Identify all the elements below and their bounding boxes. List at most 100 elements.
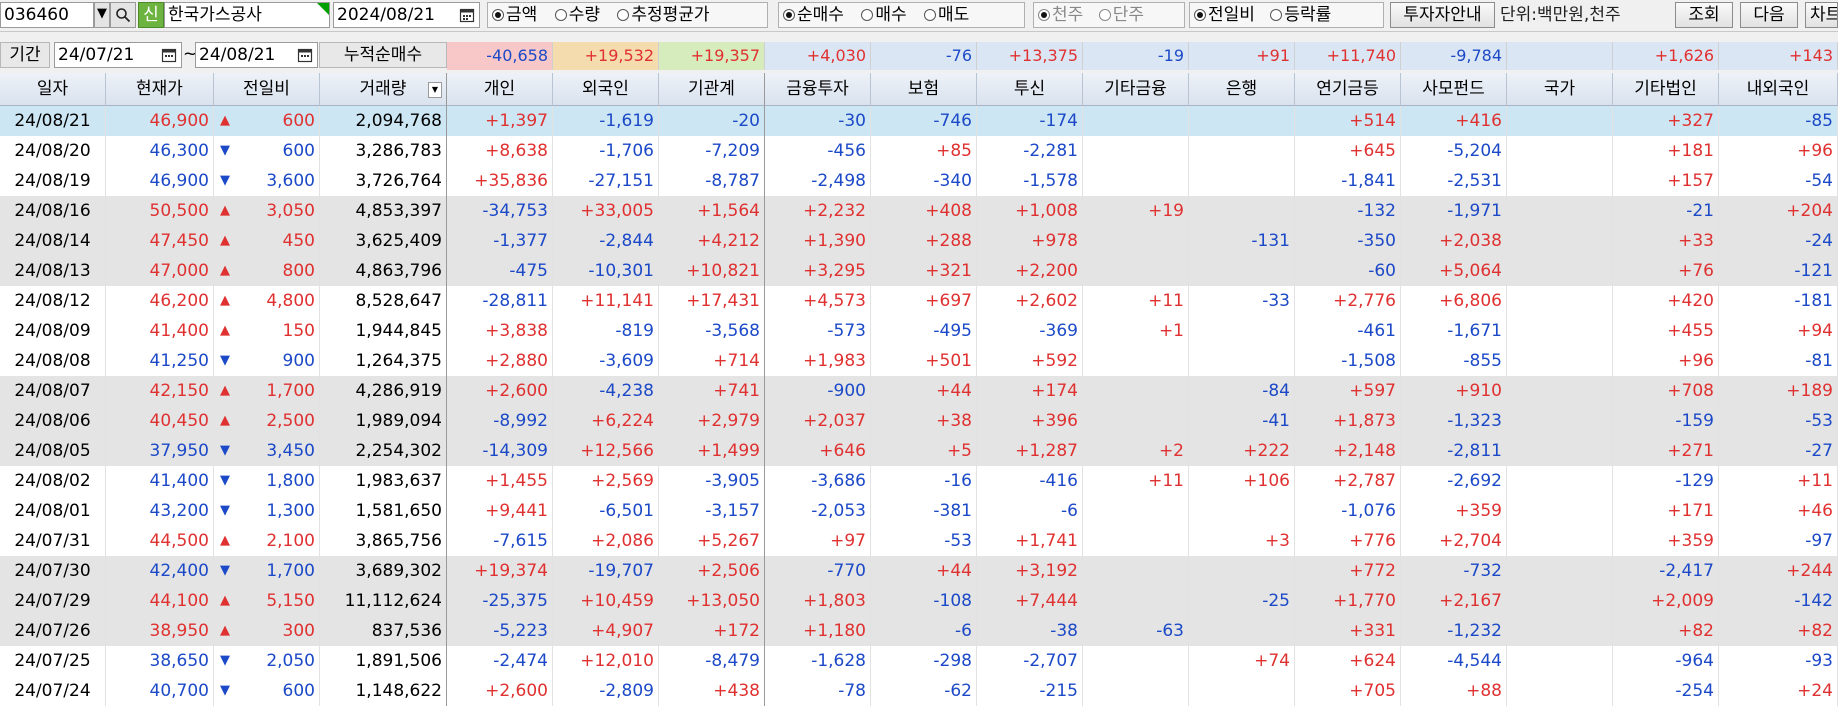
table-row[interactable]: 24/08/16 50,500 ▲ 3,050 4,853,397 -34,753 +33,… [0,196,1838,226]
column-header-insurance[interactable]: 보험 [871,73,977,106]
radio-buy[interactable]: 매수 [861,3,907,27]
radio-change-rate[interactable]: 등락률 [1270,3,1331,27]
table-row[interactable]: 24/07/29 44,100 ▲ 5,150 11,112,624 -25,375 +10… [0,586,1838,616]
column-header-change[interactable]: 전일비 [214,73,320,106]
cell-foreign: +2,569 [553,466,659,496]
cell-domestic-foreign: -85 [1719,106,1838,136]
company-name-field[interactable]: 한국가스공사 [164,2,330,28]
chart-button[interactable]: 차트 [1805,2,1838,28]
table-row[interactable]: 24/08/07 42,150 ▲ 1,700 4,286,919 +2,600 -4,23… [0,376,1838,406]
cell-bank [1189,496,1295,526]
table-row[interactable]: 24/08/19 46,900 ▼ 3,600 3,726,764 +35,836 -27,… [0,166,1838,196]
table-row[interactable]: 24/08/05 37,950 ▼ 3,450 2,254,302 -14,309 +12,… [0,436,1838,466]
date-input[interactable]: 2024/08/21 [333,2,480,28]
cell-fin-invest: -2,053 [765,496,871,526]
column-header-institution[interactable]: 기관계 [659,73,765,106]
radio-net-buy[interactable]: 순매수 [783,3,844,27]
radio-quantity[interactable]: 수량 [554,3,600,27]
column-header-pension[interactable]: 연기금등 [1295,73,1401,106]
cell-other-corp: +157 [1613,166,1719,196]
column-header-foreign[interactable]: 외국인 [553,73,659,106]
down-triangle-icon: ▼ [220,683,230,698]
cell-individual: -25,375 [447,586,553,616]
radio-amount[interactable]: 금액 [492,3,537,27]
stock-code-input[interactable]: 036460 [0,2,94,28]
cell-foreign: +12,566 [553,436,659,466]
investor-guide-button[interactable]: 투자자안내 [1390,2,1495,28]
cell-trust: -369 [977,316,1083,346]
table-row[interactable]: 24/08/01 43,200 ▼ 1,300 1,581,650 +9,441 -6,50… [0,496,1838,526]
cell-other-corp: +171 [1613,496,1719,526]
cell-private-fund: -1,671 [1401,316,1507,346]
cell-foreign: -27,151 [553,166,659,196]
table-row[interactable]: 24/07/25 38,650 ▼ 2,050 1,891,506 -2,474 +12,0… [0,646,1838,676]
column-header-other-fin[interactable]: 기타금융 [1083,73,1189,106]
cell-price: 41,250 [106,346,214,376]
column-header-domestic-foreign[interactable]: 내외국인 [1719,73,1838,106]
cell-change: ▲ 5,150 [214,586,320,616]
table-row[interactable]: 24/07/24 40,700 ▼ 600 1,148,622 +2,600 -2,809 +… [0,676,1838,706]
cell-other-fin [1083,376,1189,406]
column-header-fin-invest[interactable]: 금융투자 [765,73,871,106]
sort-down-icon[interactable]: ▼ [428,82,442,98]
cell-individual: -2,474 [447,646,553,676]
column-header-private-fund[interactable]: 사모펀드 [1401,73,1507,106]
table-row[interactable]: 24/08/12 46,200 ▲ 4,800 8,528,647 -28,811 +11,… [0,286,1838,316]
cell-insurance: -6 [871,616,977,646]
down-triangle-icon: ▼ [220,353,230,368]
search-button[interactable]: 조회 [1675,2,1733,28]
table-row[interactable]: 24/07/31 44,500 ▲ 2,100 3,865,756 -7,615 +2,08… [0,526,1838,556]
next-button[interactable]: 다음 [1740,2,1798,28]
table-row[interactable]: 24/08/08 41,250 ▼ 900 1,264,375 +2,880 -3,609 +… [0,346,1838,376]
column-header-government[interactable]: 국가 [1507,73,1613,106]
table-row[interactable]: 24/08/09 41,400 ▲ 150 1,944,845 +3,838 -819 -3,… [0,316,1838,346]
cell-individual: +3,838 [447,316,553,346]
cell-volume: 4,853,397 [320,196,447,226]
cell-fin-invest: -3,686 [765,466,871,496]
column-header-bank[interactable]: 은행 [1189,73,1295,106]
column-header-volume[interactable]: 거래량 ▼ [320,73,447,106]
cell-individual: -1,377 [447,226,553,256]
calendar-icon[interactable] [459,7,475,23]
cell-government [1507,286,1613,316]
cumulative-private-fund: -9,784 [1401,42,1507,70]
radio-thousand-shares[interactable]: 천주 [1038,3,1083,27]
cell-trust: -1,578 [977,166,1083,196]
cell-date: 24/08/08 [0,346,106,376]
cell-government [1507,556,1613,586]
cell-fin-invest: -900 [765,376,871,406]
cell-domestic-foreign: +189 [1719,376,1838,406]
column-header-individual[interactable]: 개인 [447,73,553,106]
table-row[interactable]: 24/08/20 46,300 ▼ 600 3,286,783 +8,638 -1,706-… [0,136,1838,166]
cell-bank: +74 [1189,646,1295,676]
cell-other-fin [1083,226,1189,256]
column-header-other-corp[interactable]: 기타법인 [1613,73,1719,106]
cell-other-corp: +82 [1613,616,1719,646]
cumulative-institution: +19,357 [659,42,765,70]
search-code-button[interactable] [110,2,136,28]
radio-prev-diff[interactable]: 전일비 [1194,3,1255,27]
table-row[interactable]: 24/08/13 47,000 ▲ 800 4,863,796 -475 -10,301 +1… [0,256,1838,286]
table-row[interactable]: 24/08/14 47,450 ▲ 450 3,625,409 -1,377 -2,844 +… [0,226,1838,256]
radio-sell[interactable]: 매도 [924,3,969,27]
table-row[interactable]: 24/08/02 41,400 ▼ 1,800 1,983,637 +1,455 +2,56… [0,466,1838,496]
cell-other-corp: -21 [1613,196,1719,226]
period-end-input[interactable]: 24/08/21 [195,42,318,68]
code-dropdown-button[interactable]: ▼ [94,2,110,28]
table-row[interactable]: 24/07/26 38,950 ▲ 300 837,536 -5,223 +4,907 +17… [0,616,1838,646]
cell-domestic-foreign: +82 [1719,616,1838,646]
radio-est-avg-price[interactable]: 추정평균가 [617,3,710,27]
cell-price: 47,000 [106,256,214,286]
cell-domestic-foreign: -121 [1719,256,1838,286]
column-header-price[interactable]: 현재가 [106,73,214,106]
period-start-input[interactable]: 24/07/21 [54,42,182,68]
table-row[interactable]: 24/08/21 46,900 ▲ 600 2,094,768 +1,397 -1,619-… [0,106,1838,136]
table-row[interactable]: 24/08/06 40,450 ▲ 2,500 1,989,094 -8,992 +6,22… [0,406,1838,436]
column-header-trust[interactable]: 투신 [977,73,1083,106]
column-header-date[interactable]: 일자 [0,73,106,106]
table-row[interactable]: 24/07/30 42,400 ▼ 1,700 3,689,302 +19,374 -19,… [0,556,1838,586]
calendar-icon[interactable] [161,47,177,63]
change-value: 600 [282,141,315,161]
radio-single-shares[interactable]: 단주 [1098,3,1144,27]
calendar-icon[interactable] [297,47,313,63]
